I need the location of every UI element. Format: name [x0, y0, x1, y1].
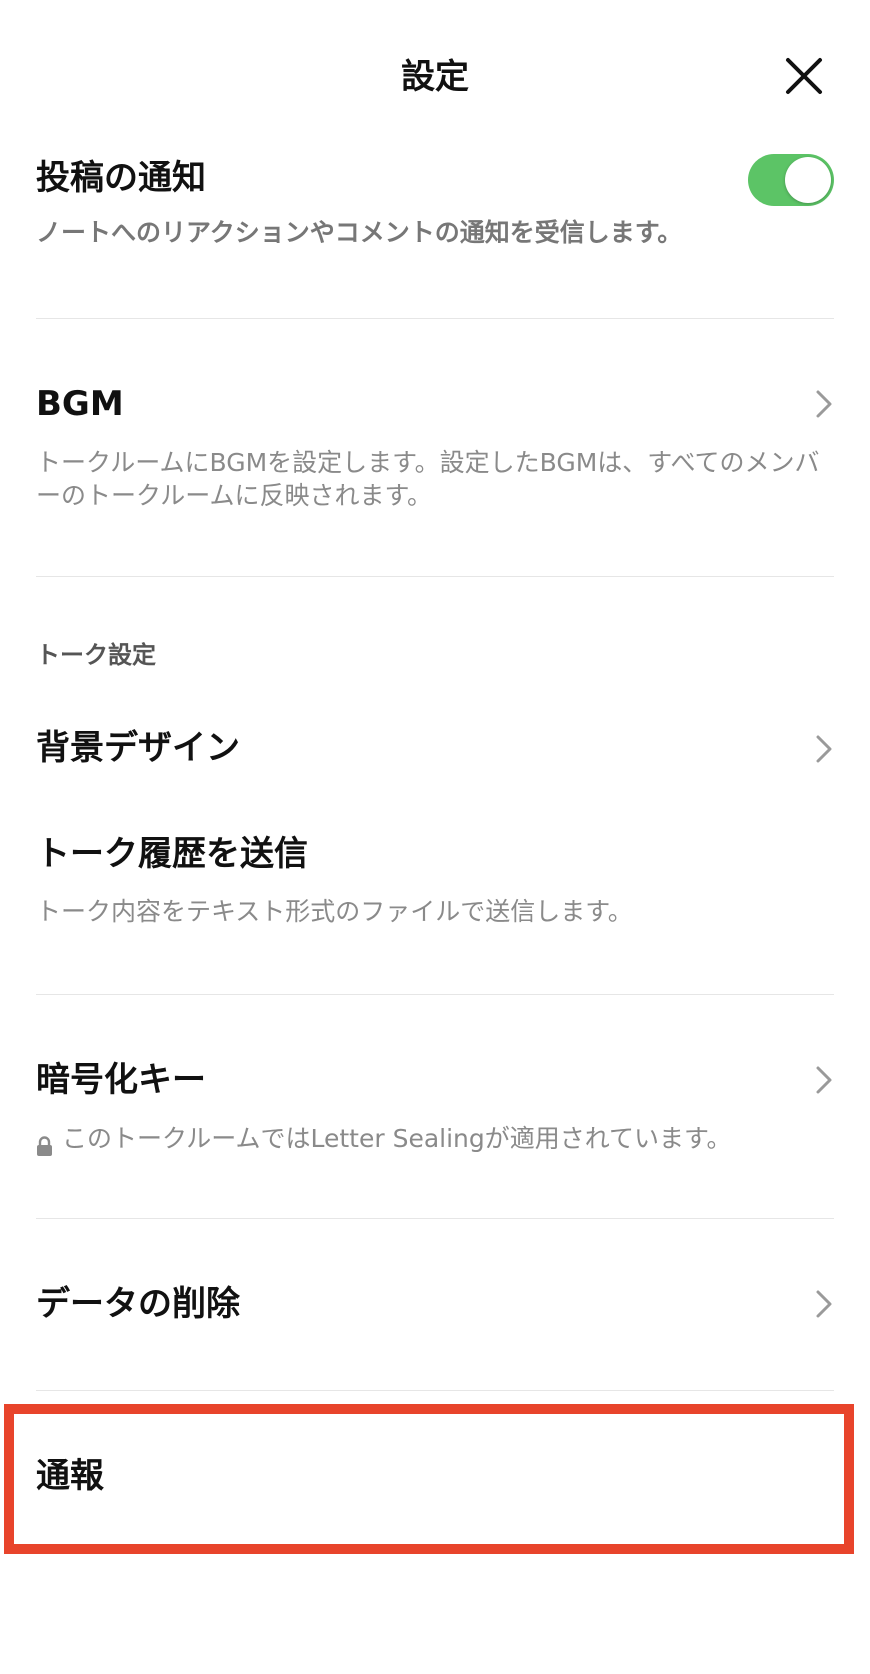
encryption-key-row[interactable]: [0, 1020, 870, 1210]
lock-icon: [37, 1136, 52, 1156]
report-row[interactable]: [0, 1414, 870, 1544]
page-title: 設定: [401, 57, 469, 97]
chevron-right-icon: [816, 390, 832, 418]
divider: [36, 318, 834, 319]
encryption-key-title: 暗号化キー: [36, 1060, 206, 1100]
chevron-right-icon: [816, 735, 832, 763]
close-button[interactable]: [780, 52, 828, 100]
divider: [36, 1218, 834, 1219]
section-label-talk-settings: トーク設定: [36, 641, 156, 669]
divider: [36, 994, 834, 995]
bgm-description: トークルームにBGMを設定します。設定したBGMは、すべてのメンバーのトークルー…: [36, 448, 820, 510]
toggle-knob: [785, 157, 831, 203]
send-talk-history-description: トーク内容をテキスト形式のファイルで送信します。: [36, 897, 633, 926]
send-talk-history-title: トーク履歴を送信: [36, 834, 308, 874]
bgm-title: BGM: [36, 384, 124, 424]
chevron-right-icon: [816, 1066, 832, 1094]
post-notification-title: 投稿の通知: [36, 158, 206, 198]
encryption-key-description: このトークルームではLetter Sealingが適用されています。: [62, 1124, 732, 1153]
report-title: 通報: [36, 1456, 104, 1496]
close-icon[interactable]: [780, 52, 828, 100]
chevron-right-icon: [816, 1290, 832, 1318]
post-notification-toggle[interactable]: [748, 154, 834, 206]
post-notification-description: ノートへのリアクションやコメントの通知を受信します。: [36, 218, 683, 247]
divider: [36, 576, 834, 577]
delete-data-title: データの削除: [36, 1284, 240, 1324]
background-design-title: 背景デザイン: [36, 728, 240, 768]
divider: [36, 1390, 834, 1391]
